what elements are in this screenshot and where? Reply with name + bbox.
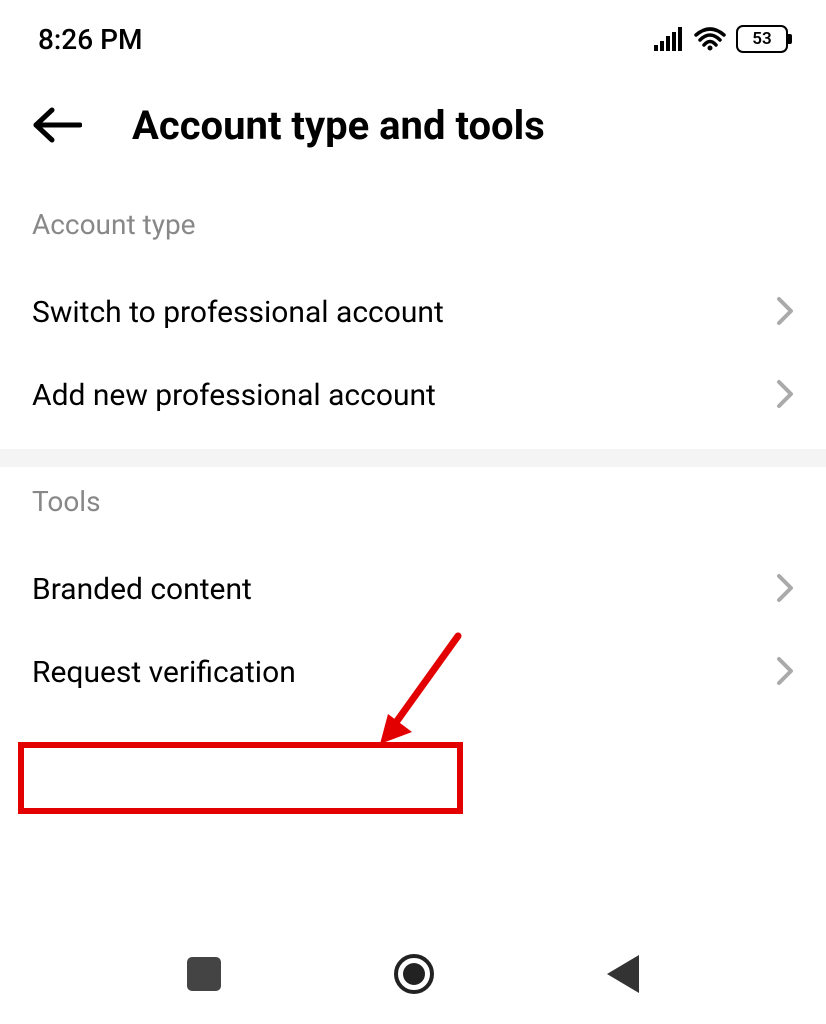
signal-icon xyxy=(654,27,684,51)
status-bar: 8:26 PM 53 xyxy=(0,0,826,70)
arrow-left-icon xyxy=(32,107,82,143)
battery-icon: 53 xyxy=(736,25,788,53)
section-label-tools: Tools xyxy=(0,467,826,548)
add-professional-item[interactable]: Add new professional account xyxy=(0,354,826,437)
list-item-label: Request verification xyxy=(32,655,296,690)
chevron-right-icon xyxy=(776,656,794,690)
branded-content-item[interactable]: Branded content xyxy=(0,548,826,631)
switch-professional-item[interactable]: Switch to professional account xyxy=(0,271,826,354)
back-button[interactable] xyxy=(32,100,82,150)
status-icons: 53 xyxy=(654,25,788,53)
wifi-icon xyxy=(694,27,726,51)
annotation-highlight-box xyxy=(18,742,463,814)
nav-back-button[interactable] xyxy=(607,955,639,993)
list-item-label: Add new professional account xyxy=(32,378,436,413)
status-time: 8:26 PM xyxy=(38,23,142,56)
list-item-label: Branded content xyxy=(32,572,252,607)
page-title: Account type and tools xyxy=(132,102,545,149)
chevron-right-icon xyxy=(776,296,794,330)
list-item-label: Switch to professional account xyxy=(32,295,444,330)
android-nav-bar xyxy=(0,924,826,1024)
chevron-right-icon xyxy=(776,379,794,413)
header: Account type and tools xyxy=(0,70,826,190)
request-verification-item[interactable]: Request verification xyxy=(0,631,826,714)
battery-level: 53 xyxy=(752,29,771,49)
nav-home-inner-icon xyxy=(403,963,425,985)
nav-recents-button[interactable] xyxy=(187,957,221,991)
chevron-right-icon xyxy=(776,573,794,607)
section-label-account-type: Account type xyxy=(0,190,826,271)
section-divider xyxy=(0,449,826,467)
nav-home-button[interactable] xyxy=(394,954,434,994)
